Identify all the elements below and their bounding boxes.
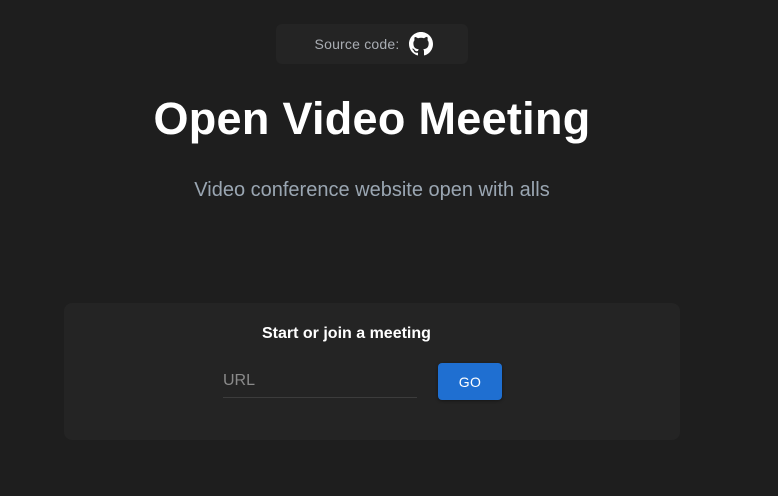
source-code-pill: Source code: [276,24,468,64]
github-icon[interactable] [409,32,434,56]
page-title: Open Video Meeting [153,93,591,144]
page: Source code: Open Video Meeting Video co… [0,0,778,496]
go-button[interactable]: GO [438,363,502,400]
meeting-card: Start or join a meeting GO [64,303,680,440]
page-subtitle: Video conference website open with alls [194,179,550,201]
source-code-label: Source code: [314,36,400,52]
url-input[interactable] [223,365,417,398]
meeting-card-heading: Start or join a meeting [262,325,431,342]
